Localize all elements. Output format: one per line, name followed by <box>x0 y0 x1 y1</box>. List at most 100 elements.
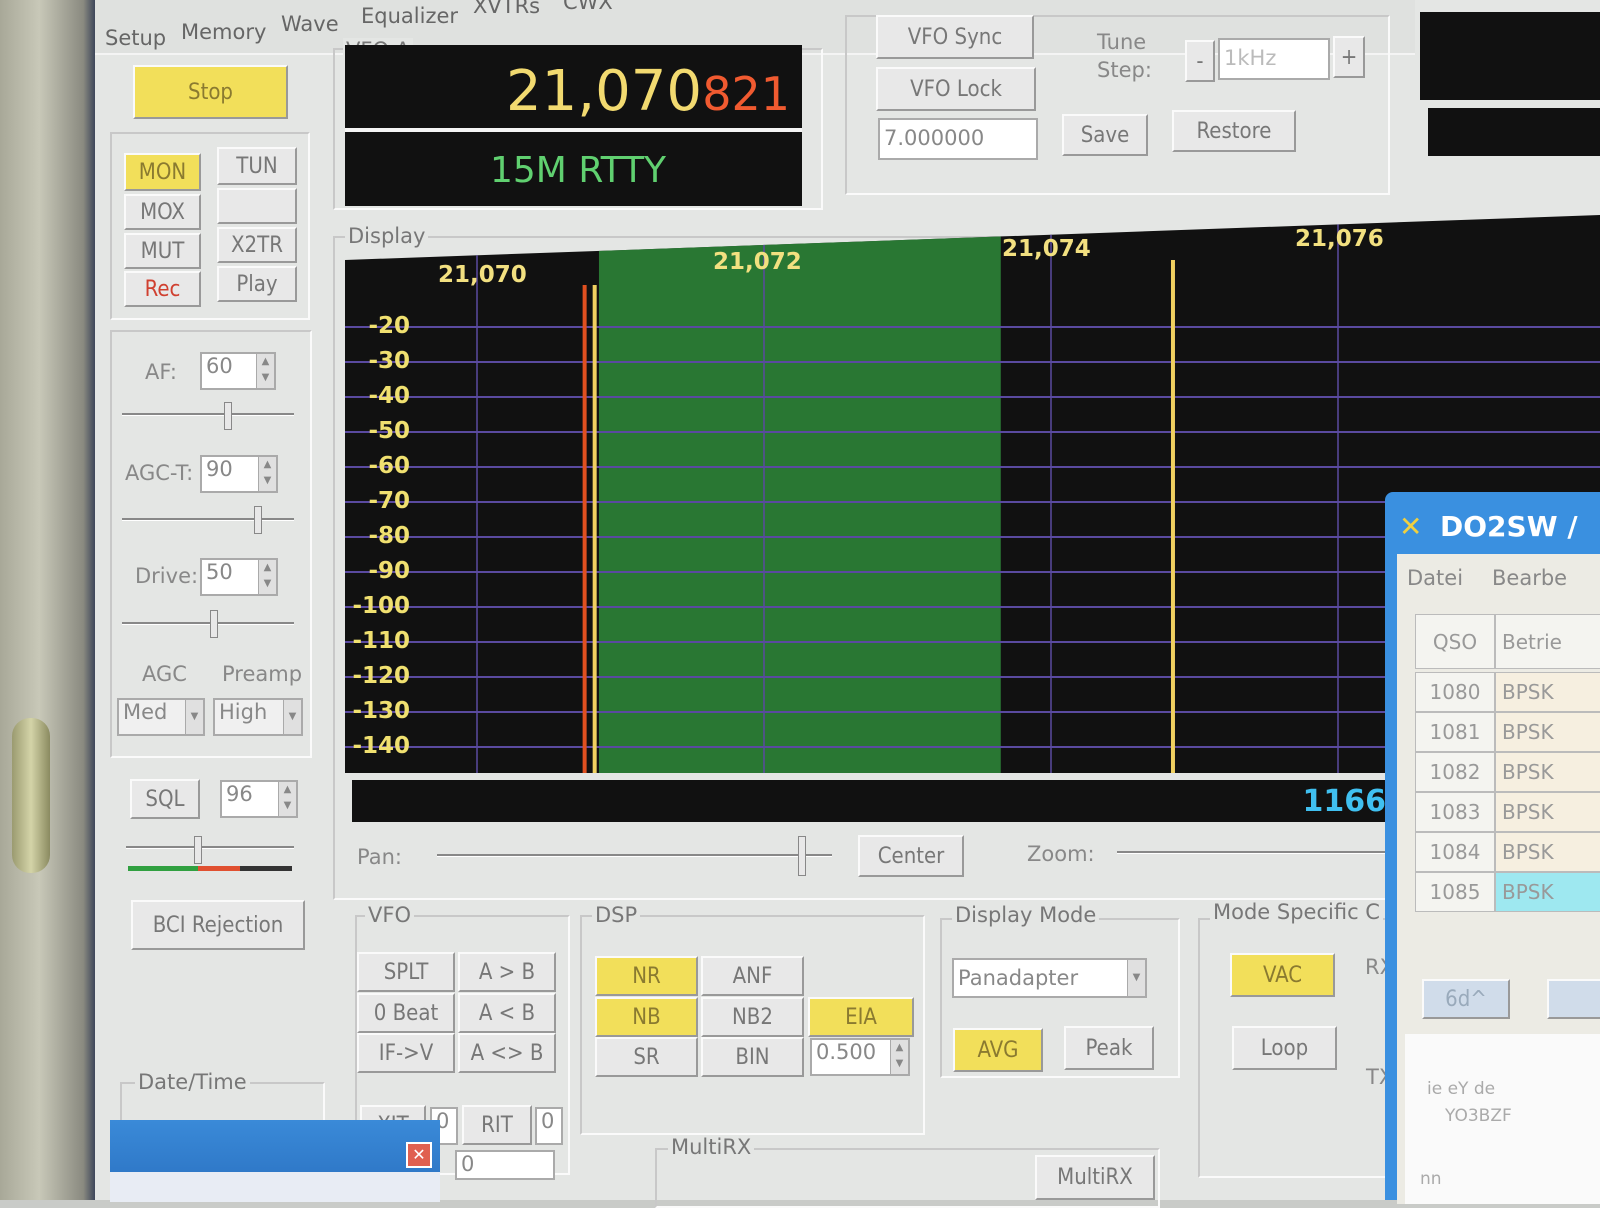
af-spinner[interactable]: 60 ▲ ▼ <box>200 352 276 390</box>
preamp-label: Preamp <box>222 662 303 686</box>
pan-slider-thumb[interactable] <box>798 836 806 876</box>
bin-button[interactable]: BIN <box>701 1037 804 1077</box>
display-mode-dropdown[interactable]: Panadapter ▼ <box>952 958 1147 998</box>
menu-cwx[interactable]: CWX <box>563 0 613 14</box>
menu-memory[interactable]: Memory <box>181 20 266 44</box>
zero-beat-button[interactable]: 0 Beat <box>357 993 455 1033</box>
sql-slider-thumb[interactable] <box>194 836 202 864</box>
play-button[interactable]: Play <box>217 266 297 302</box>
preamp-value: High <box>219 700 268 724</box>
spinner-arrows-icon[interactable]: ▲ ▼ <box>258 457 276 491</box>
chevron-down-icon[interactable]: ▼ <box>185 700 203 734</box>
peak-button[interactable]: Peak <box>1064 1026 1154 1070</box>
save-button[interactable]: Save <box>1062 114 1148 156</box>
vfo-a-frequency-display[interactable]: 21,070 821 <box>345 45 802 128</box>
log-window: ✕ DO2SW / Datei Bearbe QSO Betrie 1080 BP… <box>1385 492 1600 1204</box>
vfo-sync-button[interactable]: VFO Sync <box>876 15 1034 59</box>
chevron-down-icon[interactable]: ▼ <box>283 700 301 734</box>
multirx-button[interactable]: MultiRX <box>1035 1155 1155 1200</box>
drive-slider[interactable] <box>122 622 294 625</box>
stop-button[interactable]: Stop <box>133 65 288 119</box>
column-header-betrieb[interactable]: Betrie <box>1495 614 1600 669</box>
b-to-a-button[interactable]: A < B <box>458 993 556 1033</box>
drive-value: 50 <box>206 560 233 584</box>
readout-bar: 1166 <box>352 780 1392 822</box>
column-header-qso[interactable]: QSO <box>1415 614 1495 669</box>
spinner-arrows-icon[interactable]: ▲ ▼ <box>278 782 296 816</box>
filter-passband <box>598 215 1001 773</box>
freq-label: 21,070 <box>438 262 527 288</box>
sql-button[interactable]: SQL <box>130 779 200 819</box>
display-mode-value: Panadapter <box>958 966 1079 990</box>
spinner-arrows-icon[interactable]: ▲ ▼ <box>258 560 276 594</box>
menu-xvtrs[interactable]: XVTRs <box>473 0 540 18</box>
sql-spinner[interactable]: 96 ▲ ▼ <box>220 780 298 818</box>
af-slider-thumb[interactable] <box>224 402 232 430</box>
x2tr-button[interactable]: X2TR <box>217 227 297 263</box>
vac-button[interactable]: VAC <box>1230 953 1335 997</box>
avg-button[interactable]: AVG <box>953 1028 1043 1072</box>
db-label: -100 <box>352 593 410 619</box>
anf-button[interactable]: ANF <box>701 956 804 996</box>
close-icon[interactable]: ✕ <box>406 1142 432 1168</box>
rec-button[interactable]: Rec <box>124 271 201 307</box>
drive-spinner[interactable]: 50 ▲ ▼ <box>200 558 278 596</box>
minimized-window-titlebar[interactable]: ✕ <box>110 1120 440 1202</box>
log-button[interactable]: 6d^ <box>1422 979 1510 1019</box>
vfo-title: VFO <box>365 903 414 927</box>
restore-button[interactable]: Restore <box>1172 110 1296 152</box>
menu-datei[interactable]: Datei <box>1407 566 1463 590</box>
mon-button[interactable]: MON <box>124 153 201 191</box>
center-button[interactable]: Center <box>858 835 964 877</box>
frequency-input[interactable]: 7.000000 <box>878 118 1038 160</box>
rx-offset-spinner[interactable]: 0 <box>455 1150 555 1180</box>
drive-slider-thumb[interactable] <box>210 610 218 638</box>
a-to-b-button[interactable]: A > B <box>458 952 556 992</box>
log-button-2[interactable] <box>1547 979 1600 1019</box>
pan-slider[interactable] <box>437 854 832 857</box>
blank-button[interactable] <box>217 188 297 224</box>
dsp-value-spinner[interactable]: 0.500 ▲ ▼ <box>810 1038 910 1076</box>
mut-button[interactable]: MUT <box>124 233 201 269</box>
menu-bearbeiten[interactable]: Bearbe <box>1492 566 1567 590</box>
sql-slider[interactable] <box>126 846 294 849</box>
bci-rejection-button[interactable]: BCI Rejection <box>131 900 305 950</box>
nr-button[interactable]: NR <box>595 956 698 996</box>
chevron-down-icon[interactable]: ▼ <box>1127 960 1145 996</box>
split-button[interactable]: SPLT <box>357 952 455 992</box>
agct-slider-thumb[interactable] <box>254 506 262 534</box>
db-label: -60 <box>368 453 410 479</box>
agct-slider[interactable] <box>122 518 294 521</box>
rit-value[interactable]: 0 <box>535 1107 563 1145</box>
agc-dropdown[interactable]: Med ▼ <box>117 698 205 736</box>
mox-button[interactable]: MOX <box>124 194 201 230</box>
drive-label: Drive: <box>135 564 199 588</box>
tune-step-plus[interactable]: + <box>1333 36 1365 78</box>
swap-ab-button[interactable]: A <> B <box>458 1033 556 1073</box>
vfo-lock-button[interactable]: VFO Lock <box>876 67 1036 111</box>
zoom-slider[interactable] <box>1117 851 1392 854</box>
tune-step-minus[interactable]: - <box>1185 40 1215 82</box>
spinner-arrows-icon[interactable]: ▲ ▼ <box>890 1040 908 1074</box>
spinner-arrows-icon[interactable]: ▲ ▼ <box>256 354 274 388</box>
tun-button[interactable]: TUN <box>217 147 297 185</box>
eia-button[interactable]: EIA <box>808 997 914 1037</box>
menu-equalizer[interactable]: Equalizer <box>361 4 458 28</box>
loop-button[interactable]: Loop <box>1232 1026 1337 1070</box>
nb2-button[interactable]: NB2 <box>701 997 804 1037</box>
db-label: -130 <box>352 698 410 724</box>
menu-setup[interactable]: Setup <box>105 26 166 50</box>
agct-spinner[interactable]: 90 ▲ ▼ <box>200 455 278 493</box>
menu-wave[interactable]: Wave <box>281 12 339 36</box>
sql-value: 96 <box>226 782 253 806</box>
rit-button[interactable]: RIT <box>462 1105 532 1145</box>
sr-button[interactable]: SR <box>595 1037 698 1077</box>
nb-button[interactable]: NB <box>595 997 698 1037</box>
frequency-main: 21,070 <box>506 59 702 124</box>
preamp-dropdown[interactable]: High ▼ <box>213 698 303 736</box>
datetime-label: Date/Time <box>135 1070 250 1094</box>
if-to-v-button[interactable]: IF->V <box>357 1033 455 1073</box>
log-text-area[interactable]: ie eY de YO3BZF nn <box>1405 1034 1600 1204</box>
db-label: -80 <box>368 523 410 549</box>
af-slider[interactable] <box>122 413 294 416</box>
